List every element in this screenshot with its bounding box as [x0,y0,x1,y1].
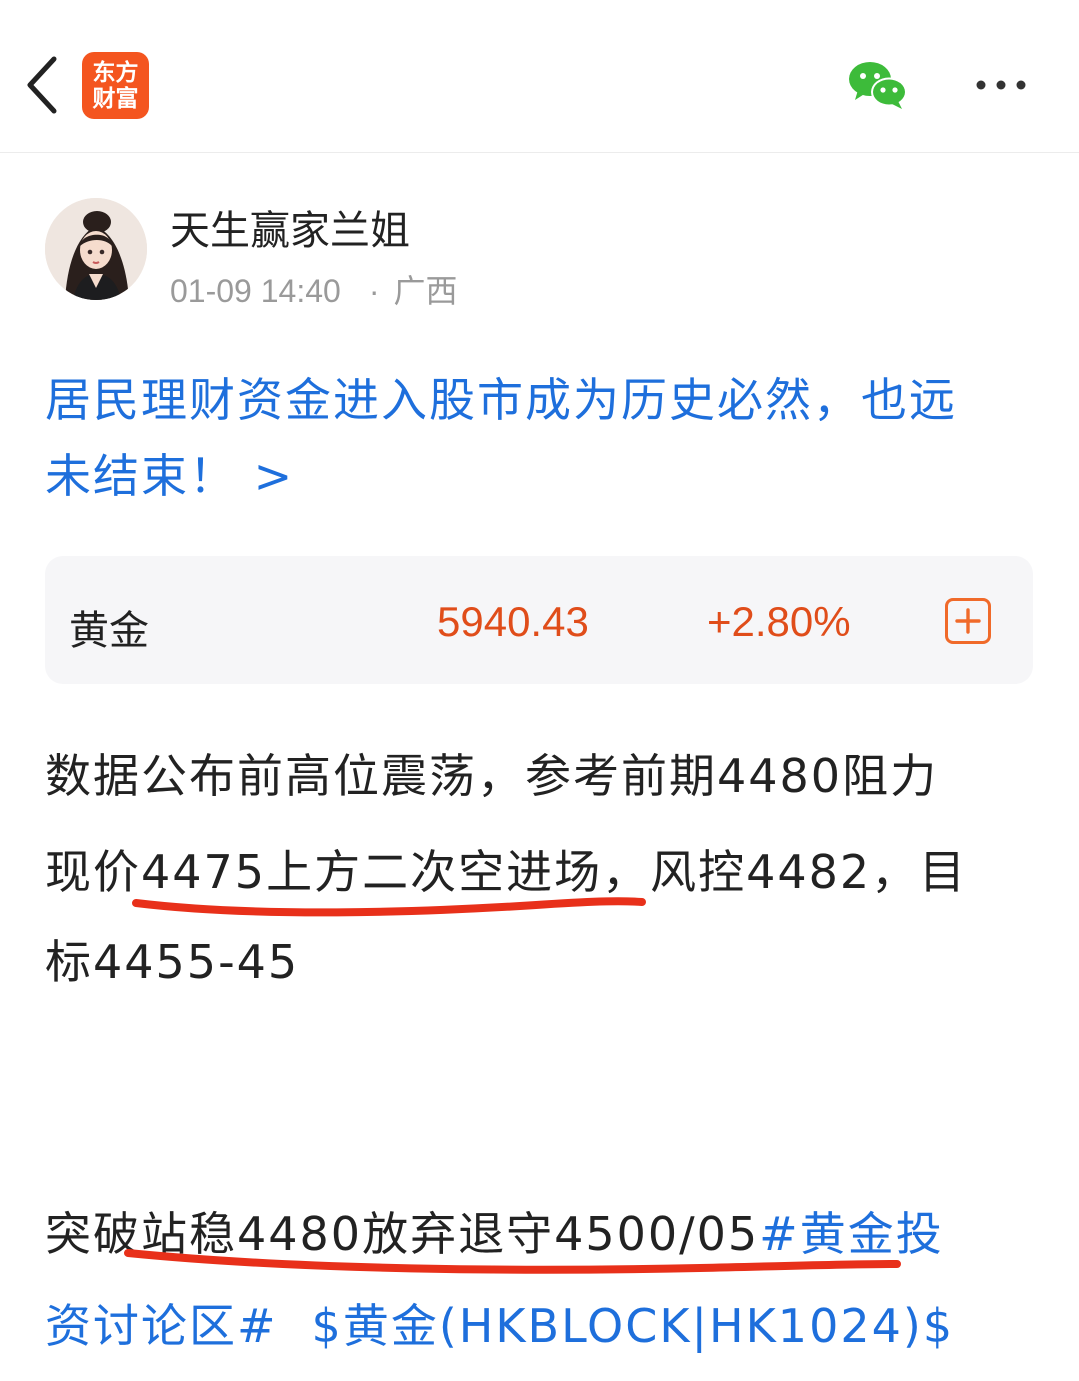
more-button[interactable] [968,68,1034,102]
wechat-icon [849,62,907,109]
annotation-overlay [124,897,901,1274]
stock-change-percent: +2.80% [707,598,851,645]
stock-price: 5940.43 [437,598,589,645]
body-p1-line-2-highlight: 现价4475上方二次空进场 [45,845,603,899]
logo-text-line1: 东方 [92,59,139,86]
post-body-paragraph-2: 突破站稳4480放弃退守4500/05#黄金投 资讨论区# $黄金(HKBLOCK… [45,1198,1045,1358]
body-p2-line-1: 突破站稳4480放弃退守4500/05#黄金投 [45,1198,944,1264]
body-p1-line-2: 现价4475上方二次空进场，风控4482，目 [45,836,967,902]
top-bar: 东方 财富 [0,0,1079,153]
body-p2-line-2: 资讨论区# $黄金(HKBLOCK|HK1024)$ [45,1290,954,1356]
post-body-paragraph-1: 数据公布前高位震荡，参考前期4480阻力 现价4475上方二次空进场，风控448… [45,740,1045,1000]
body-p1-line-1: 数据公布前高位震荡，参考前期4480阻力 [45,749,939,803]
back-button[interactable] [20,55,64,115]
avatar-illustration [45,198,147,300]
stock-mention-link[interactable]: $黄金(HKBLOCK|HK1024)$ [312,1299,955,1353]
author-avatar[interactable] [45,198,147,300]
plus-square-icon [955,608,981,634]
wechat-share-button[interactable] [846,58,910,112]
topic-tag-link[interactable]: #黄金投 [759,1207,944,1261]
headline-line-1: 居民理财资金进入股市成为历史必然，也远 [45,373,957,427]
topic-tag-link-continued[interactable]: 资讨论区# [45,1299,278,1353]
app-logo: 东方 财富 [82,52,149,119]
author-name[interactable]: 天生赢家兰姐 [170,198,410,256]
more-dots-icon [976,80,1026,90]
body-p1-line-3: 标4455-45 [45,935,300,989]
post-time: 01-09 14:40 [170,273,341,309]
post-location: 广西 [393,273,458,309]
body-p2-line-1-text: 突破站稳4480放弃退守4500/05 [45,1207,760,1261]
post-meta: 01-09 14:40 · 广西 [170,266,457,312]
body-p1-line-2-rest: ，风控4482，目 [602,845,968,899]
chevron-left-icon [27,56,57,114]
stock-quote-card[interactable]: 黄金 5940.43 +2.80% [45,556,1033,684]
article-headline-link[interactable]: 居民理财资金进入股市成为历史必然，也远 未结束！ > [45,362,1037,514]
headline-line-2: 未结束！ > [45,449,295,503]
logo-text-line2: 财富 [92,85,139,112]
meta-separator: · [368,273,380,309]
stock-name: 黄金 [69,608,149,654]
add-to-watchlist-button[interactable] [945,598,991,644]
